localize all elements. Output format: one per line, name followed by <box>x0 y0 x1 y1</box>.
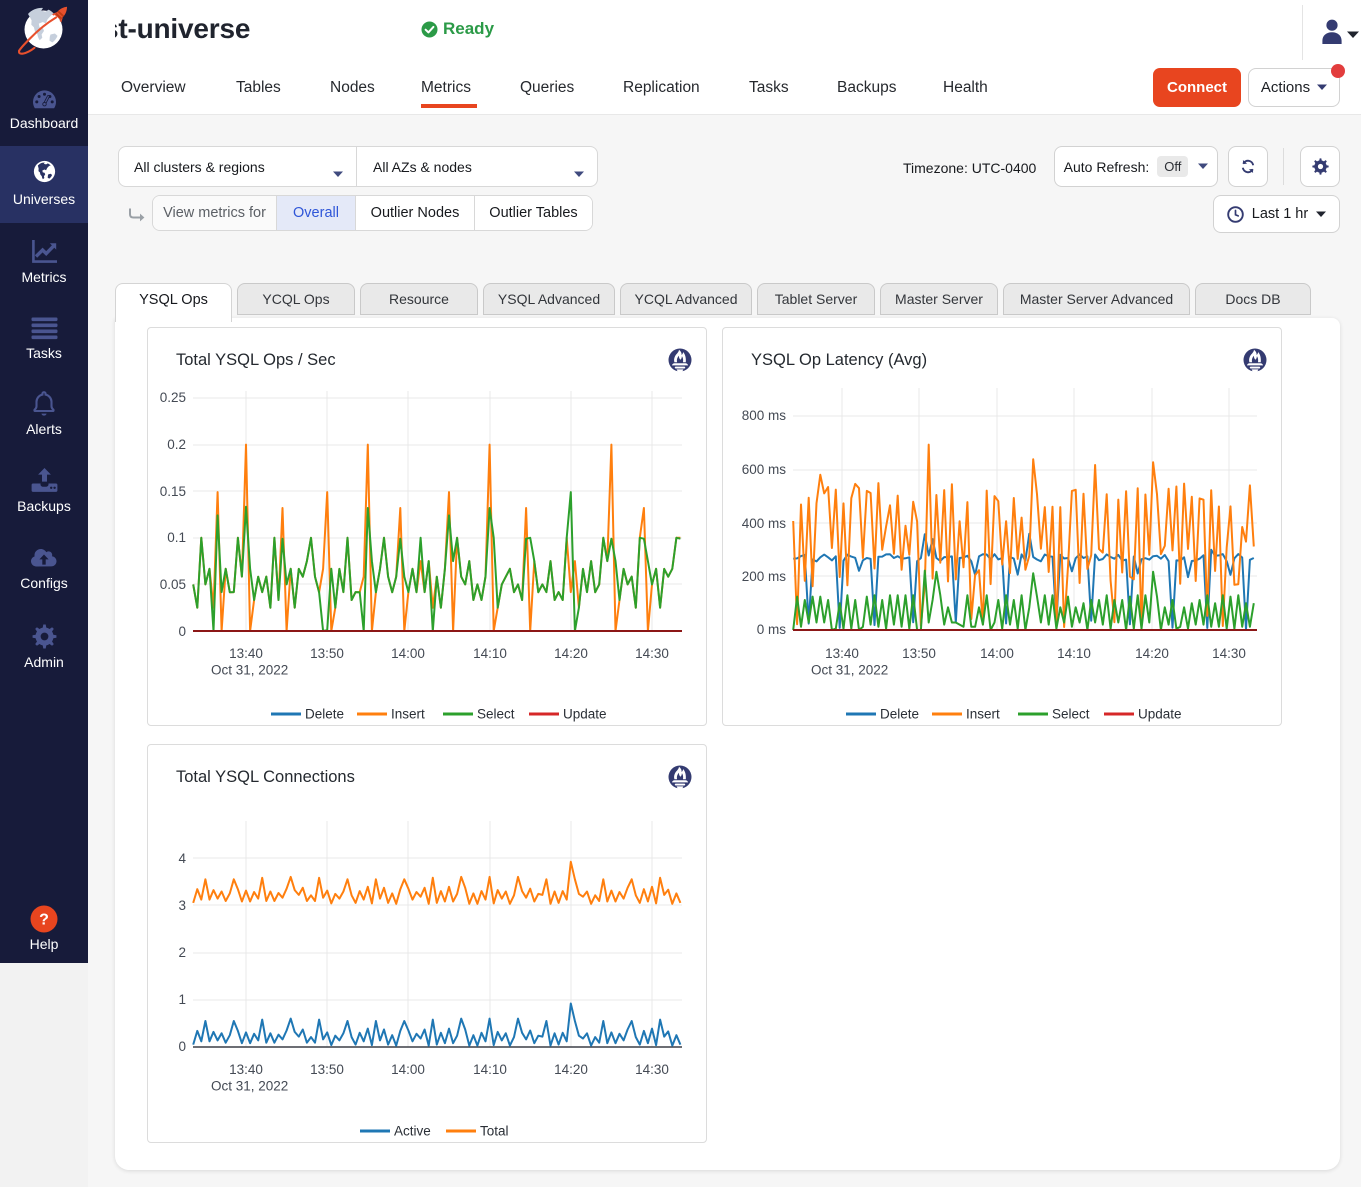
svg-text:Active: Active <box>394 1124 431 1139</box>
svg-text:400 ms: 400 ms <box>742 516 787 531</box>
svg-text:13:40: 13:40 <box>229 646 263 661</box>
svg-text:0: 0 <box>178 1039 186 1054</box>
svg-text:13:50: 13:50 <box>902 646 936 661</box>
svg-text:Update: Update <box>1138 707 1182 722</box>
svg-text:Insert: Insert <box>966 707 1000 722</box>
svg-text:Select: Select <box>477 707 515 722</box>
svg-text:14:00: 14:00 <box>391 646 425 661</box>
svg-text:200 ms: 200 ms <box>742 569 787 584</box>
svg-text:800 ms: 800 ms <box>742 408 787 423</box>
svg-text:Update: Update <box>563 707 607 722</box>
svg-text:0.05: 0.05 <box>160 577 186 592</box>
svg-text:0.2: 0.2 <box>167 437 186 452</box>
svg-text:14:10: 14:10 <box>473 646 507 661</box>
svg-text:0.25: 0.25 <box>160 390 186 405</box>
svg-text:14:30: 14:30 <box>1212 646 1246 661</box>
svg-text:13:40: 13:40 <box>229 1062 263 1077</box>
svg-text:Oct 31, 2022: Oct 31, 2022 <box>211 663 288 678</box>
svg-text:13:40: 13:40 <box>825 646 859 661</box>
svg-text:14:30: 14:30 <box>635 646 669 661</box>
svg-text:Delete: Delete <box>880 707 919 722</box>
svg-text:YSQL Op Latency (Avg): YSQL Op Latency (Avg) <box>751 351 927 369</box>
svg-text:4: 4 <box>178 851 186 866</box>
svg-text:Oct 31, 2022: Oct 31, 2022 <box>811 663 888 678</box>
svg-text:13:50: 13:50 <box>310 646 344 661</box>
svg-text:14:10: 14:10 <box>473 1062 507 1077</box>
svg-text:Total: Total <box>480 1124 509 1139</box>
svg-text:2: 2 <box>178 945 186 960</box>
svg-text:0 ms: 0 ms <box>757 622 787 637</box>
svg-text:Select: Select <box>1052 707 1090 722</box>
svg-text:Delete: Delete <box>305 707 344 722</box>
svg-text:14:10: 14:10 <box>1057 646 1091 661</box>
svg-text:14:30: 14:30 <box>635 1062 669 1077</box>
svg-text:?: ? <box>39 911 49 928</box>
svg-text:14:00: 14:00 <box>391 1062 425 1077</box>
svg-text:Total YSQL Connections: Total YSQL Connections <box>176 768 355 786</box>
svg-text:Oct 31, 2022: Oct 31, 2022 <box>211 1079 288 1094</box>
svg-text:13:50: 13:50 <box>310 1062 344 1077</box>
svg-text:14:20: 14:20 <box>1135 646 1169 661</box>
svg-text:0.15: 0.15 <box>160 484 186 499</box>
svg-text:14:20: 14:20 <box>554 1062 588 1077</box>
svg-text:14:00: 14:00 <box>980 646 1014 661</box>
svg-text:0.1: 0.1 <box>167 530 186 545</box>
svg-text:14:20: 14:20 <box>554 646 588 661</box>
svg-text:0: 0 <box>178 624 186 639</box>
svg-text:1: 1 <box>178 992 186 1007</box>
svg-text:3: 3 <box>178 898 186 913</box>
svg-text:600 ms: 600 ms <box>742 462 787 477</box>
svg-text:Insert: Insert <box>391 707 425 722</box>
svg-text:Total YSQL Ops / Sec: Total YSQL Ops / Sec <box>176 351 336 369</box>
